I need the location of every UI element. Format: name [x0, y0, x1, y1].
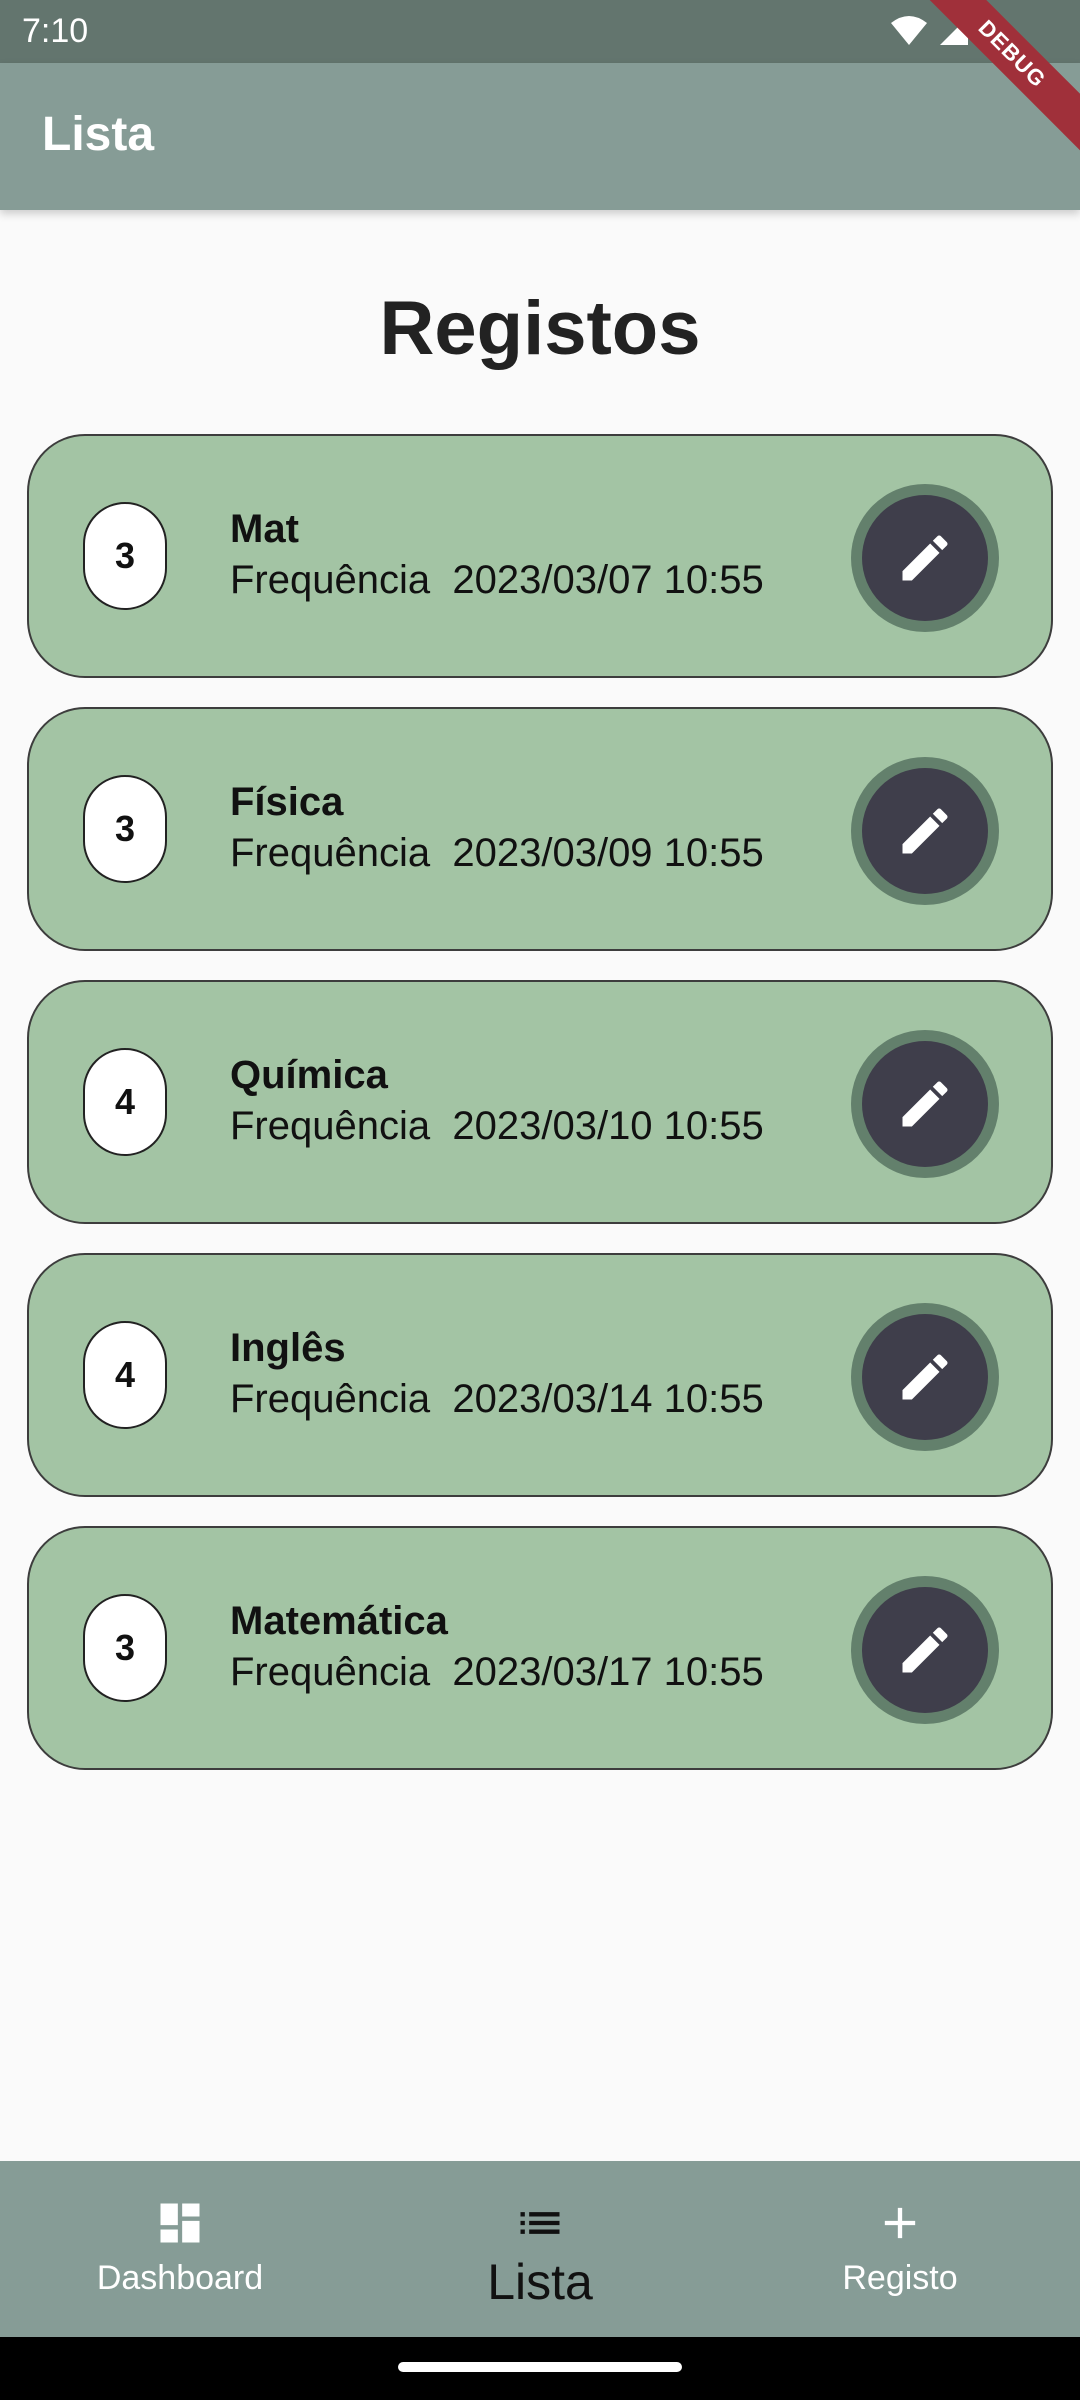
edit-button[interactable]: [851, 757, 999, 905]
count-badge: 4: [83, 1321, 167, 1429]
record-card[interactable]: 4 Inglês Frequência 2023/03/14 10:55: [27, 1253, 1053, 1497]
status-bar: 7:10: [0, 0, 1080, 63]
nav-label-dashboard: Dashboard: [96, 2259, 264, 2297]
edit-button[interactable]: [851, 1030, 999, 1178]
record-datetime: 2023/03/10 10:55: [452, 1104, 764, 1148]
pencil-icon: [902, 1354, 948, 1400]
edit-button-fill: [862, 768, 988, 894]
edit-button[interactable]: [851, 1576, 999, 1724]
page-heading: Registos: [379, 286, 701, 371]
frequency-label: Frequência: [230, 1377, 431, 1421]
edit-button[interactable]: [851, 484, 999, 632]
subject-name: Mat: [230, 507, 299, 551]
status-time: 7:10: [22, 12, 89, 50]
record-text: Matemática Frequência 2023/03/17 10:55: [230, 1596, 764, 1698]
record-text: Inglês Frequência 2023/03/14 10:55: [230, 1323, 764, 1425]
subject-name: Química: [230, 1053, 388, 1097]
plus-icon: [874, 2195, 926, 2251]
subject-name: Matemática: [230, 1599, 448, 1643]
record-datetime: 2023/03/14 10:55: [452, 1377, 764, 1421]
frequency-line: Frequência 2023/03/14 10:55: [230, 1373, 764, 1425]
edit-button[interactable]: [851, 1303, 999, 1451]
record-text: Química Frequência 2023/03/10 10:55: [230, 1050, 764, 1152]
record-card[interactable]: 3 Mat Frequência 2023/03/07 10:55: [27, 434, 1053, 678]
nav-item-registo[interactable]: Registo: [720, 2161, 1080, 2337]
frequency-line: Frequência 2023/03/17 10:55: [230, 1646, 764, 1698]
frequency-line: Frequência 2023/03/09 10:55: [230, 827, 764, 879]
pencil-icon: [902, 535, 948, 581]
app-bar-title: Lista: [42, 108, 155, 161]
edit-button-fill: [862, 1587, 988, 1713]
record-card[interactable]: 3 Matemática Frequência 2023/03/17 10:55: [27, 1526, 1053, 1770]
record-datetime: 2023/03/17 10:55: [452, 1650, 764, 1694]
record-datetime: 2023/03/07 10:55: [452, 558, 764, 602]
edit-button-fill: [862, 495, 988, 621]
frequency-label: Frequência: [230, 558, 431, 602]
record-card[interactable]: 3 Física Frequência 2023/03/09 10:55: [27, 707, 1053, 951]
count-badge: 4: [83, 1048, 167, 1156]
bottom-navigation: Dashboard Lista Registo: [0, 2161, 1080, 2337]
edit-button-fill: [862, 1314, 988, 1440]
nav-item-dashboard[interactable]: Dashboard: [0, 2161, 360, 2337]
nav-label-registo: Registo: [842, 2259, 958, 2297]
record-text: Física Frequência 2023/03/09 10:55: [230, 777, 764, 879]
nav-label-lista: Lista: [487, 2254, 593, 2310]
record-card[interactable]: 4 Química Frequência 2023/03/10 10:55: [27, 980, 1053, 1224]
pencil-icon: [902, 808, 948, 854]
record-text: Mat Frequência 2023/03/07 10:55: [230, 504, 764, 606]
home-indicator[interactable]: [398, 2362, 682, 2372]
subject-name: Inglês: [230, 1326, 346, 1370]
frequency-label: Frequência: [230, 1650, 431, 1694]
list-icon: [514, 2195, 566, 2251]
count-badge: 3: [83, 502, 167, 610]
count-badge: 3: [83, 775, 167, 883]
frequency-label: Frequência: [230, 831, 431, 875]
pencil-icon: [902, 1081, 948, 1127]
frequency-line: Frequência 2023/03/07 10:55: [230, 554, 764, 606]
wifi-icon: [890, 15, 928, 52]
dashboard-icon: [154, 2195, 206, 2251]
edit-button-fill: [862, 1041, 988, 1167]
frequency-label: Frequência: [230, 1104, 431, 1148]
count-badge: 3: [83, 1594, 167, 1702]
pencil-icon: [902, 1627, 948, 1673]
frequency-line: Frequência 2023/03/10 10:55: [230, 1100, 764, 1152]
subject-name: Física: [230, 780, 344, 824]
record-datetime: 2023/03/09 10:55: [452, 831, 764, 875]
nav-item-lista[interactable]: Lista: [360, 2161, 720, 2337]
system-navigation-bar: [0, 2337, 1080, 2400]
app-bar: Lista: [0, 63, 1080, 210]
